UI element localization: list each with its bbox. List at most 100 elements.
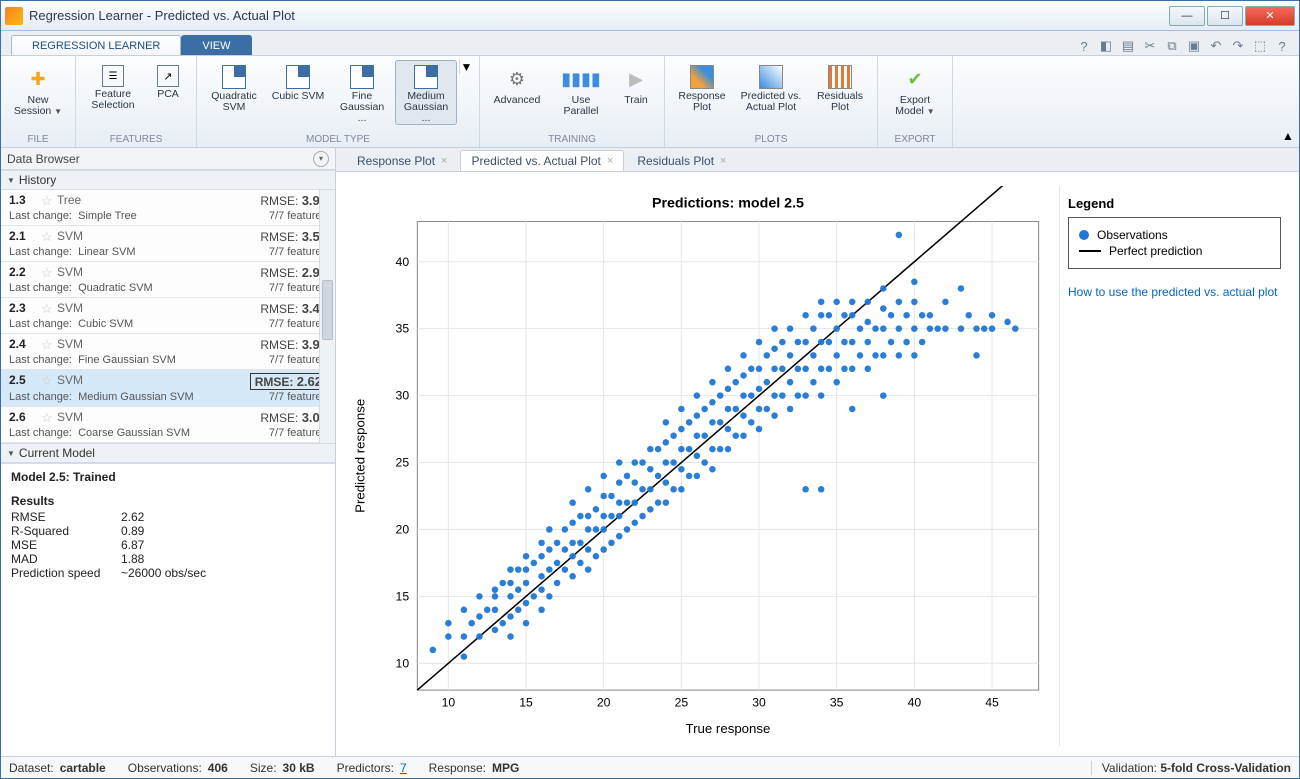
qat-redo-icon[interactable]: ↷	[1229, 37, 1247, 55]
qat-icon-1[interactable]: ◧	[1097, 37, 1115, 55]
train-button[interactable]: ▶ Train	[614, 60, 658, 118]
collapse-ribbon-button[interactable]: ▲	[1277, 56, 1299, 147]
history-item[interactable]: 1.3☆TreeRMSE: 3.93Last change: Simple Tr…	[1, 190, 335, 226]
ribbon-tabs: REGRESSION LEARNER VIEW ? ◧ ▤ ✂ ⧉ ▣ ↶ ↷ …	[1, 31, 1299, 55]
history-scrollbar[interactable]	[319, 190, 335, 443]
matlab-icon	[5, 7, 23, 25]
predicted-actual-icon	[759, 65, 783, 89]
feature-selection-button[interactable]: ☰ Feature Selection	[82, 60, 144, 112]
qat-cut-icon[interactable]: ✂	[1141, 37, 1159, 55]
star-icon[interactable]: ☆	[41, 193, 57, 209]
ribbon-area: REGRESSION LEARNER VIEW ? ◧ ▤ ✂ ⧉ ▣ ↶ ↷ …	[1, 31, 1299, 148]
predicted-vs-actual-plot-button[interactable]: Predicted vs. Actual Plot	[735, 60, 807, 114]
svg-text:10: 10	[396, 656, 410, 670]
status-dataset: cartable	[60, 761, 106, 775]
history-item[interactable]: 2.1☆SVMRMSE: 3.51Last change: Linear SVM…	[1, 226, 335, 262]
ribbon-group-plots: Response Plot Predicted vs. Actual Plot …	[665, 56, 878, 147]
play-icon: ▶	[622, 65, 650, 93]
star-icon[interactable]: ☆	[41, 410, 57, 426]
star-icon[interactable]: ☆	[41, 301, 57, 317]
document-tab[interactable]: Predicted vs. Actual Plot×	[460, 150, 624, 171]
response-plot-button[interactable]: Response Plot	[671, 60, 733, 114]
scatter-chart: Predictions: model 2.5101520253035404510…	[346, 186, 1059, 746]
document-tab[interactable]: Residuals Plot×	[626, 150, 737, 171]
history-header[interactable]: History	[1, 170, 335, 190]
help-link[interactable]: How to use the predicted vs. actual plot	[1068, 285, 1281, 301]
star-icon[interactable]: ☆	[41, 229, 57, 245]
tab-regression-learner[interactable]: REGRESSION LEARNER	[11, 35, 181, 55]
minimize-button[interactable]: —	[1169, 6, 1205, 26]
title-bar: Regression Learner - Predicted vs. Actua…	[1, 1, 1299, 31]
close-tab-icon[interactable]: ×	[607, 155, 613, 167]
legend-perfect-prediction: Perfect prediction	[1079, 244, 1270, 258]
checklist-icon: ☰	[102, 65, 124, 87]
svg-text:30: 30	[396, 389, 410, 403]
center-area: Response Plot×Predicted vs. Actual Plot×…	[336, 148, 1299, 756]
svg-text:True response: True response	[686, 721, 771, 736]
close-tab-icon[interactable]: ×	[441, 155, 447, 167]
body: Data Browser ▾ History 1.3☆TreeRMSE: 3.9…	[1, 148, 1299, 756]
status-predictors-link[interactable]: 7	[400, 761, 407, 775]
history-item[interactable]: 2.5☆SVMRMSE: 2.62Last change: Medium Gau…	[1, 370, 335, 407]
document-tab[interactable]: Response Plot×	[346, 150, 458, 171]
ribbon-label-file: FILE	[7, 133, 69, 147]
result-row: MAD1.88	[11, 552, 325, 566]
svg-text:40: 40	[396, 255, 410, 269]
qat-copy-icon[interactable]: ⧉	[1163, 37, 1181, 55]
history-item[interactable]: 2.3☆SVMRMSE: 3.43Last change: Cubic SVM7…	[1, 298, 335, 334]
svg-text:20: 20	[396, 523, 410, 537]
history-item[interactable]: 2.4☆SVMRMSE: 3.98Last change: Fine Gauss…	[1, 334, 335, 370]
status-validation: Validation: 5-fold Cross-Validation	[1091, 761, 1291, 775]
qat-help-icon[interactable]: ?	[1273, 37, 1291, 55]
star-icon[interactable]: ☆	[41, 373, 57, 390]
star-icon[interactable]: ☆	[41, 337, 57, 353]
qat-dock-icon[interactable]: ⬚	[1251, 37, 1269, 55]
tab-view[interactable]: VIEW	[181, 35, 251, 55]
app-window: Regression Learner - Predicted vs. Actua…	[0, 0, 1300, 779]
qat-undo-icon[interactable]: ↶	[1207, 37, 1225, 55]
svg-text:45: 45	[985, 695, 999, 709]
fine-gaussian-svm-button[interactable]: Fine Gaussian ...	[331, 60, 393, 125]
history-item[interactable]: 2.2☆SVMRMSE: 2.99Last change: Quadratic …	[1, 262, 335, 298]
pca-button[interactable]: ↗ PCA	[146, 60, 190, 112]
qat-save-icon[interactable]: ▤	[1119, 37, 1137, 55]
history-list: 1.3☆TreeRMSE: 3.93Last change: Simple Tr…	[1, 190, 335, 443]
result-row: Prediction speed~26000 obs/sec	[11, 566, 325, 580]
check-icon: ✔	[901, 65, 929, 93]
legend-panel: Legend Observations Perfect prediction H…	[1059, 186, 1289, 746]
window-title: Regression Learner - Predicted vs. Actua…	[29, 8, 1169, 23]
svm-icon	[414, 65, 438, 89]
medium-gaussian-svm-button[interactable]: Medium Gaussian ...	[395, 60, 457, 125]
legend-title: Legend	[1068, 196, 1281, 211]
residuals-icon	[828, 65, 852, 89]
history-item[interactable]: 2.6☆SVMRMSE: 3.03Last change: Coarse Gau…	[1, 407, 335, 443]
svg-text:15: 15	[519, 695, 533, 709]
use-parallel-button[interactable]: ▮▮▮▮ Use Parallel	[550, 60, 612, 118]
ribbon-label-training: TRAINING	[486, 133, 658, 147]
close-tab-icon[interactable]: ×	[720, 155, 726, 167]
current-model-header[interactable]: Current Model	[1, 443, 335, 463]
quadratic-svm-button[interactable]: Quadratic SVM	[203, 60, 265, 114]
svm-icon	[222, 65, 246, 89]
svg-text:30: 30	[752, 695, 766, 709]
ribbon-label-features: FEATURES	[82, 133, 190, 147]
advanced-button[interactable]: ⚙ Advanced	[486, 60, 548, 118]
model-type-dropdown[interactable]: ▼	[459, 60, 473, 74]
star-icon[interactable]: ☆	[41, 265, 57, 281]
data-browser-header: Data Browser ▾	[1, 148, 335, 170]
residuals-plot-button[interactable]: Residuals Plot	[809, 60, 871, 114]
ribbon-label-model-type: MODEL TYPE	[203, 133, 473, 147]
help-icon[interactable]: ?	[1075, 37, 1093, 55]
new-session-button[interactable]: ✚ NewSession ▼	[7, 60, 69, 118]
data-browser-panel: Data Browser ▾ History 1.3☆TreeRMSE: 3.9…	[1, 148, 336, 756]
svg-text:35: 35	[830, 695, 844, 709]
close-button[interactable]: ✕	[1245, 6, 1295, 26]
status-bar: Dataset: cartable Observations: 406 Size…	[1, 756, 1299, 778]
maximize-button[interactable]: ☐	[1207, 6, 1243, 26]
dot-marker-icon	[1079, 230, 1089, 240]
export-model-button[interactable]: ✔ ExportModel ▼	[884, 60, 946, 118]
qat-paste-icon[interactable]: ▣	[1185, 37, 1203, 55]
panel-menu-icon[interactable]: ▾	[313, 151, 329, 167]
cubic-svm-button[interactable]: Cubic SVM	[267, 60, 329, 114]
svm-icon	[350, 65, 374, 89]
